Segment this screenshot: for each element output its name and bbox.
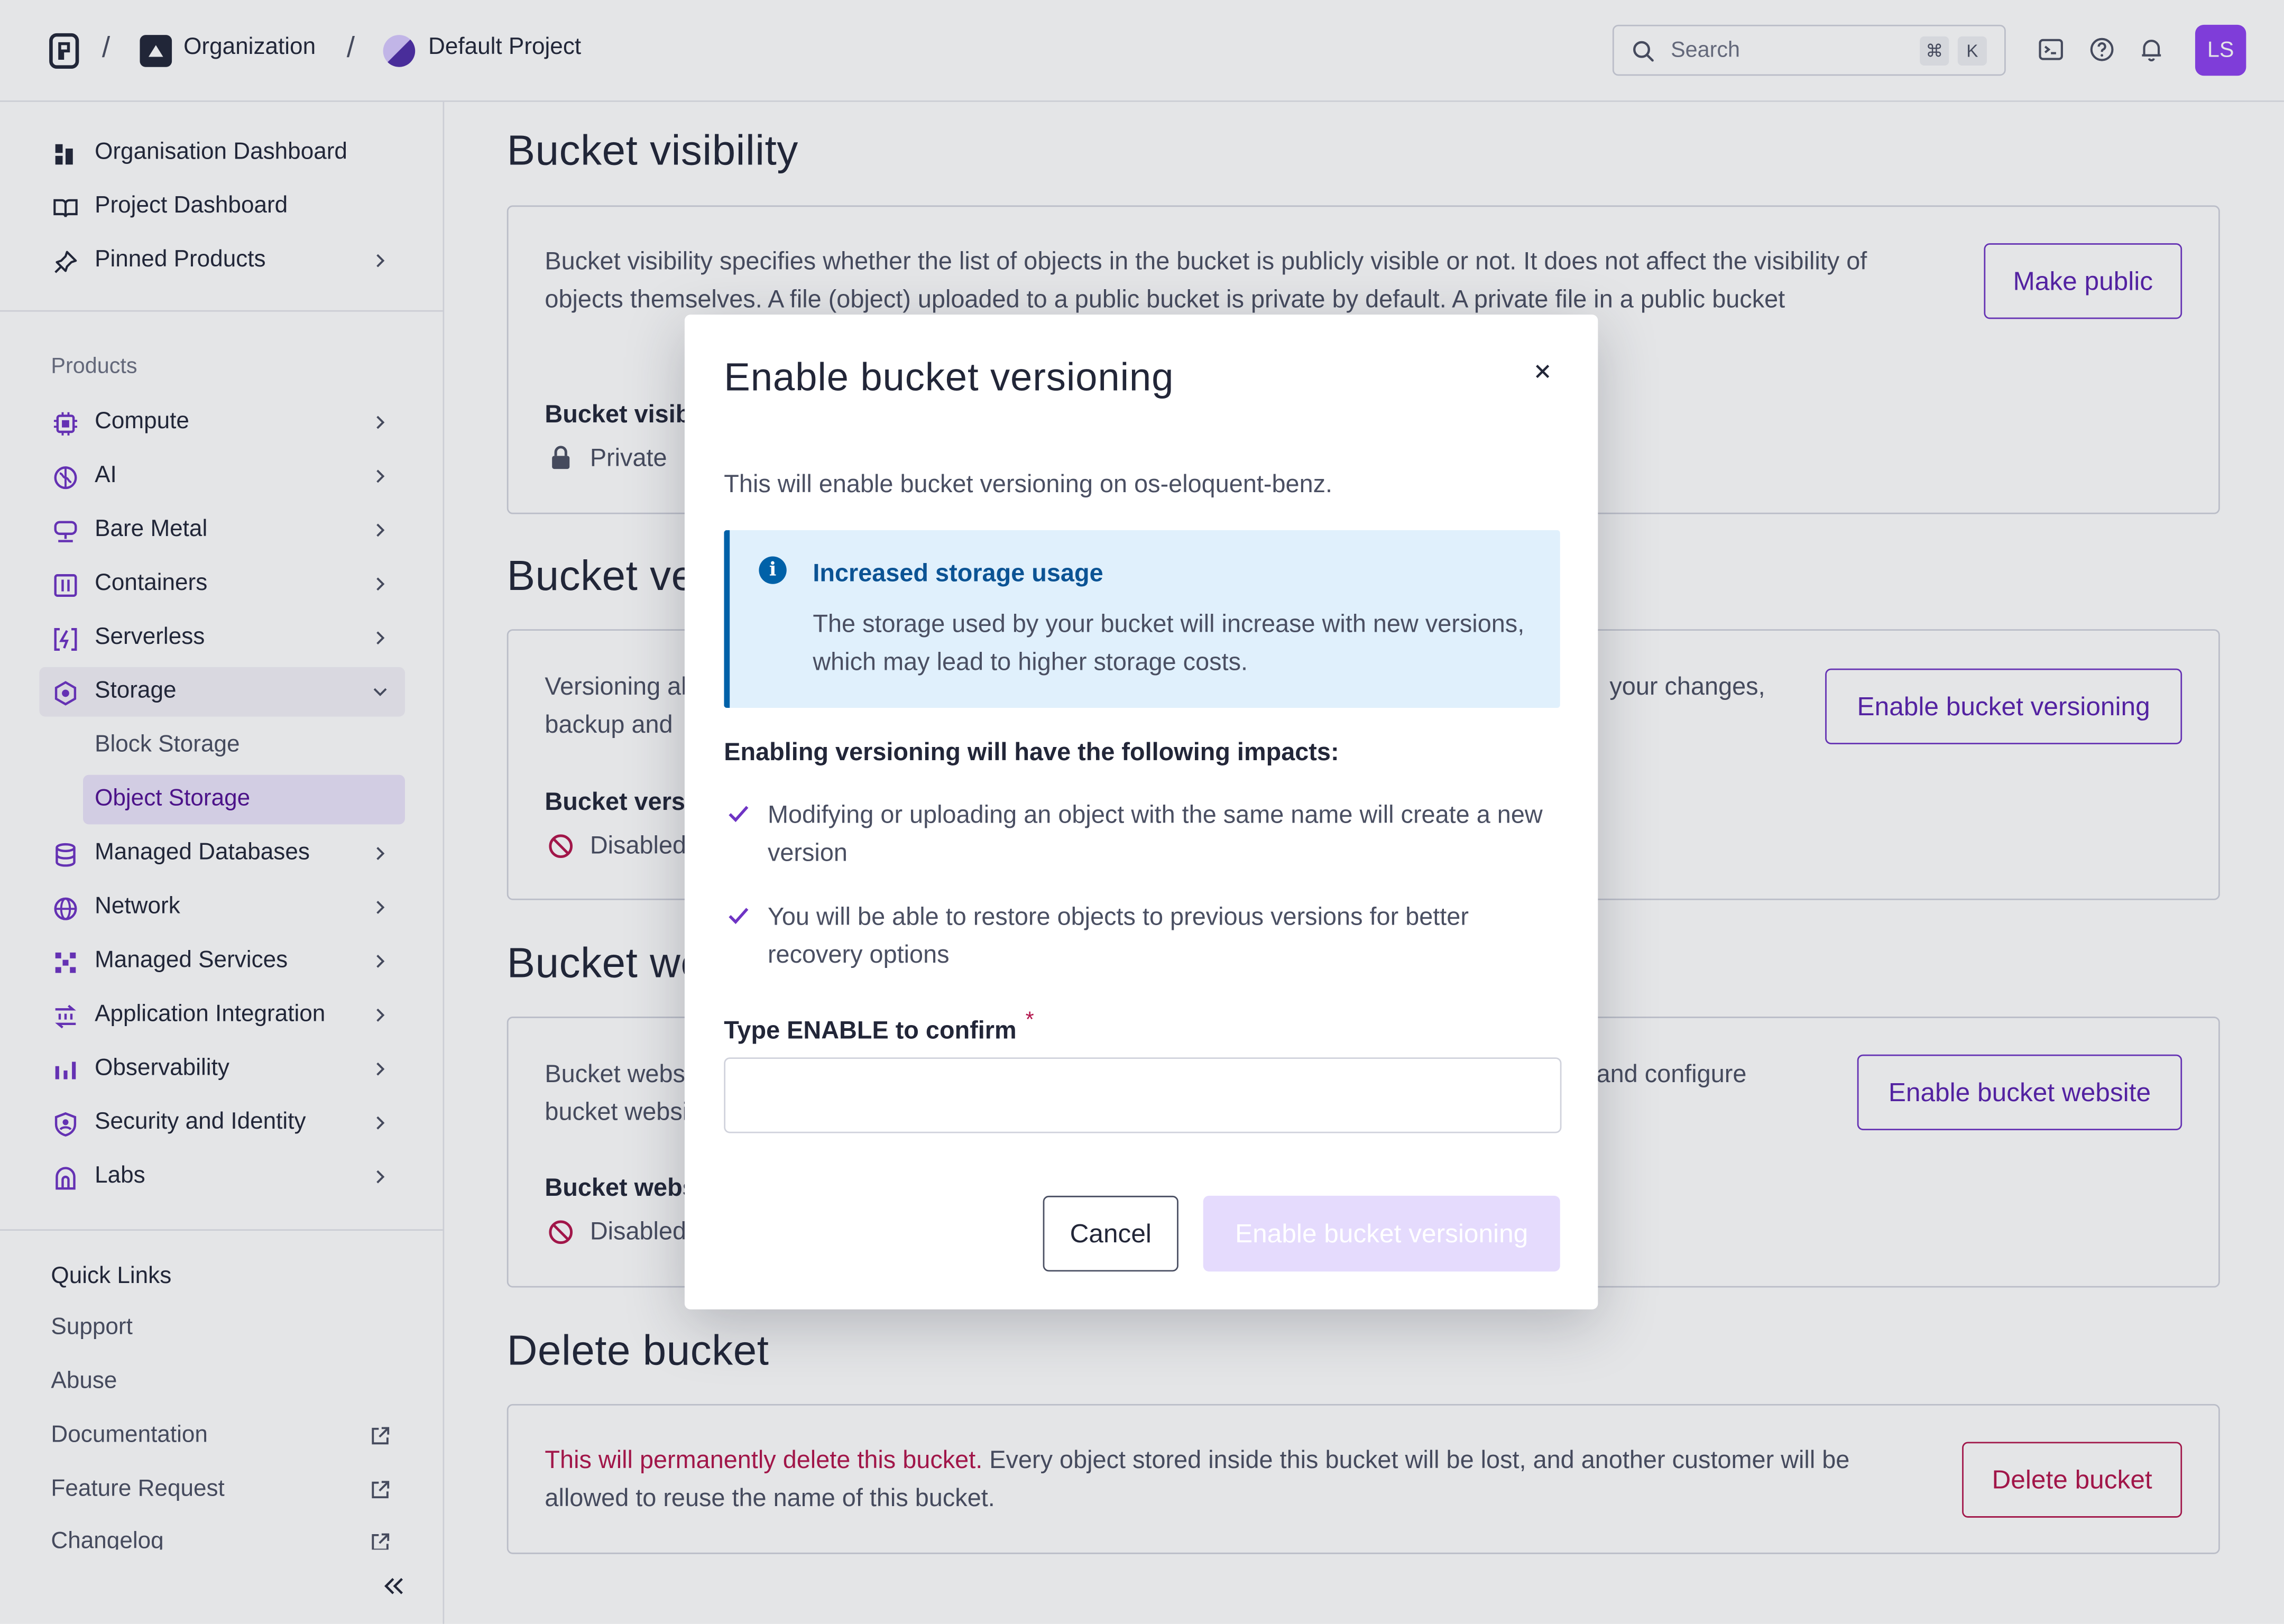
close-icon[interactable] — [1534, 363, 1551, 380]
enable-versioning-modal: Enable bucket versioning This will enabl… — [684, 315, 1598, 1309]
alert-title: Increased storage usage — [813, 559, 1103, 587]
alert-body: The storage used by your bucket will inc… — [813, 610, 1525, 676]
confirm-enable-versioning-button[interactable]: Enable bucket versioning — [1203, 1195, 1560, 1272]
info-icon: i — [759, 556, 787, 584]
cancel-button[interactable]: Cancel — [1043, 1195, 1178, 1272]
impact-item: Modifying or uploading an object with th… — [767, 801, 1543, 867]
page: / Organization / Default Project Search … — [0, 0, 2284, 1624]
storage-usage-alert: i Increased storage usage The storage us… — [724, 530, 1560, 708]
required-mark: * — [1025, 1008, 1034, 1033]
modal-subtitle: This will enable bucket versioning on os… — [724, 470, 1333, 499]
check-icon — [729, 806, 749, 823]
impacts-title: Enabling versioning will have the follow… — [724, 738, 1339, 767]
impact-item: You will be able to restore objects to p… — [767, 903, 1469, 969]
modal-title: Enable bucket versioning — [724, 355, 1174, 399]
check-icon — [729, 908, 749, 924]
confirm-input[interactable] — [724, 1057, 1562, 1133]
confirm-label: Type ENABLE to confirm — [724, 1017, 1017, 1045]
